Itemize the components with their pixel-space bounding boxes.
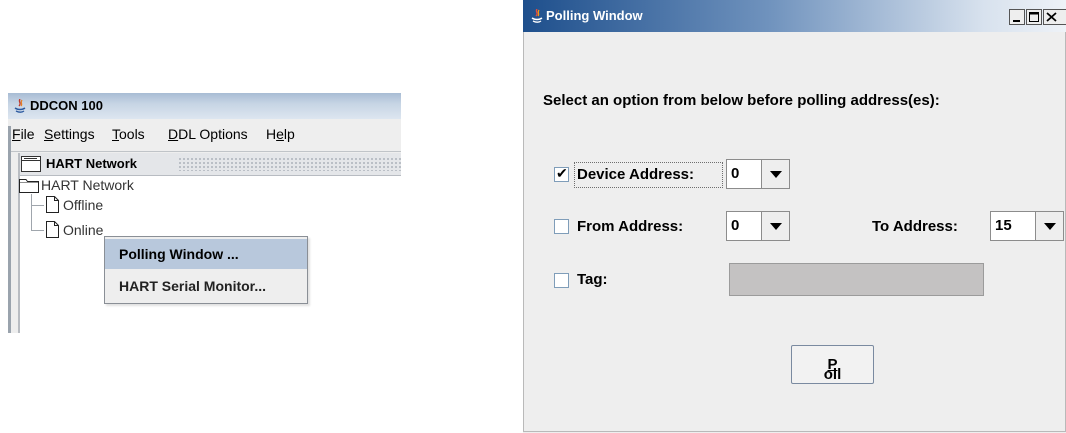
close-icon xyxy=(1046,12,1057,22)
maximize-icon xyxy=(1029,12,1039,22)
minimize-button[interactable] xyxy=(1009,9,1025,25)
menu-settings[interactable]: Settings xyxy=(44,126,95,142)
folder-icon xyxy=(19,179,39,193)
polling-title: Polling Window xyxy=(546,8,643,23)
instruction-text: Select an option from below before polli… xyxy=(543,92,940,109)
tag-label: Tag: xyxy=(577,271,608,288)
tree-item-online[interactable]: Online xyxy=(63,222,103,238)
poll-button[interactable]: Poll xyxy=(791,345,874,384)
ddcon-titlebar[interactable]: DDCON 100 xyxy=(8,93,401,119)
close-button[interactable] xyxy=(1043,9,1066,25)
menu-item-polling-window[interactable]: Polling Window ... xyxy=(105,239,307,269)
menu-ddl-options[interactable]: DDL Options xyxy=(168,126,248,142)
chevron-down-icon xyxy=(770,223,782,230)
menubar: File Settings Tools DDL Options Help xyxy=(8,119,401,149)
java-icon xyxy=(531,9,543,23)
ddcon-title: DDCON 100 xyxy=(30,98,103,113)
tag-input[interactable] xyxy=(729,263,984,296)
tree-guide-line xyxy=(31,194,32,231)
internal-frame-title: HART Network xyxy=(46,156,138,171)
menu-separator xyxy=(11,151,401,152)
polling-titlebar[interactable]: Polling Window xyxy=(523,0,1066,32)
checkmark-icon: ✔ xyxy=(556,165,568,181)
window-left-border xyxy=(8,126,11,333)
document-icon xyxy=(46,196,59,213)
from-address-label: From Address: xyxy=(577,218,684,235)
menu-help[interactable]: Help xyxy=(266,126,295,142)
tree-item-offline[interactable]: Offline xyxy=(63,197,103,213)
device-address-dropdown[interactable]: 0 xyxy=(726,159,790,189)
menu-item-label: HART Serial Monitor... xyxy=(119,278,267,294)
polling-window: Polling Window Select an option from bel… xyxy=(523,0,1066,433)
from-address-checkbox[interactable] xyxy=(554,219,569,234)
titlebar-texture xyxy=(178,157,401,171)
window-icon xyxy=(21,156,41,172)
dropdown-value: 0 xyxy=(731,217,740,234)
context-menu: Polling Window ... HART Serial Monitor..… xyxy=(104,236,308,304)
from-address-dropdown[interactable]: 0 xyxy=(726,211,790,241)
device-address-checkbox[interactable]: ✔ xyxy=(554,165,569,182)
menu-item-hart-serial-monitor[interactable]: HART Serial Monitor... xyxy=(105,271,307,301)
dropdown-value: 15 xyxy=(995,217,1012,234)
to-address-label: To Address: xyxy=(872,218,958,235)
chevron-down-icon xyxy=(770,171,782,178)
menu-tools[interactable]: Tools xyxy=(112,126,145,142)
document-icon xyxy=(46,221,59,238)
dropdown-value: 0 xyxy=(731,165,740,182)
menu-item-label: Polling Window ... xyxy=(119,246,239,262)
maximize-button[interactable] xyxy=(1026,9,1042,25)
device-address-label: Device Address: xyxy=(577,166,694,183)
dropdown-button[interactable] xyxy=(1035,212,1063,240)
java-icon xyxy=(14,99,26,113)
poll-button-label: Poll xyxy=(823,356,842,383)
dropdown-button[interactable] xyxy=(761,160,789,188)
to-address-dropdown[interactable]: 15 xyxy=(990,211,1064,241)
menu-file[interactable]: File xyxy=(12,126,35,142)
minimize-icon xyxy=(1013,20,1020,22)
tree-root-hart-network[interactable]: HART Network xyxy=(41,177,134,193)
tree-guide-line xyxy=(31,205,44,206)
tree-guide-line xyxy=(31,230,44,231)
chevron-down-icon xyxy=(1044,223,1056,230)
dropdown-button[interactable] xyxy=(761,212,789,240)
tag-checkbox[interactable] xyxy=(554,273,569,288)
internal-frame-titlebar[interactable]: HART Network xyxy=(18,153,401,176)
